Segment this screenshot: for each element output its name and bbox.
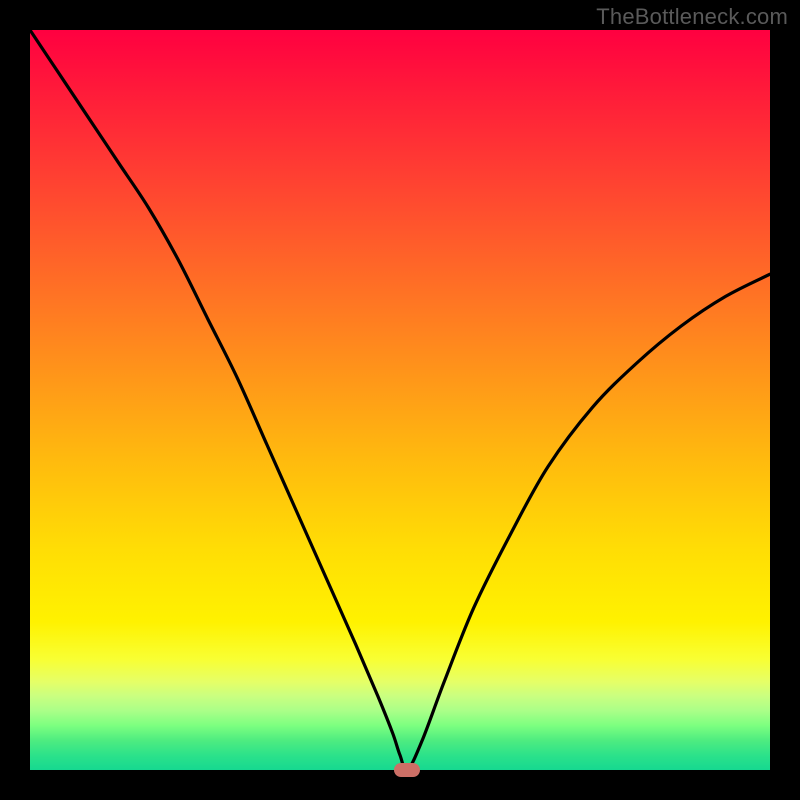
chart-frame: TheBottleneck.com (0, 0, 800, 800)
curve-path (30, 30, 770, 770)
plot-area (30, 30, 770, 770)
watermark-text: TheBottleneck.com (596, 4, 788, 30)
bottleneck-curve (30, 30, 770, 770)
minimum-marker (394, 763, 420, 777)
